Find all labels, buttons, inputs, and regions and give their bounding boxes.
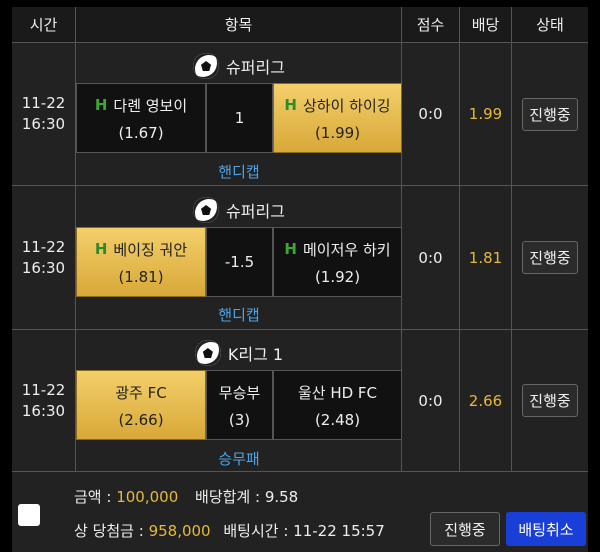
handicap-line: -1.5 xyxy=(224,253,255,271)
team-name: 상하이 하이깅 xyxy=(302,96,391,115)
status-badge: 진행중 xyxy=(522,384,578,417)
league-title: 슈퍼리그 xyxy=(76,49,402,83)
bet-summary: 금액 : 100,000 배당합계 : 9.58 상 당첨금 : 958,000… xyxy=(12,472,588,552)
row-clock: 16:30 xyxy=(21,115,66,133)
team-name: 울산 HD FC xyxy=(297,383,378,402)
soccer-ball-icon xyxy=(194,340,221,366)
handicap-value: 1 xyxy=(206,83,273,153)
bet-history-table: 시간 항목 점수 배당 상태 11-22 16:30 슈퍼리그 H 다롄 영보이 … xyxy=(12,7,588,552)
row-score: 0:0 xyxy=(402,43,460,186)
team-odds: (2.66) xyxy=(118,410,164,429)
select-checkbox[interactable] xyxy=(18,504,40,526)
status-badge: 진행중 xyxy=(522,97,578,131)
league-name: K리그 1 xyxy=(227,345,284,364)
draw-label: 무승부 xyxy=(218,383,261,402)
row-time: 11-22 16:30 xyxy=(12,330,76,472)
row-status: 진행중 xyxy=(512,330,588,472)
handicap-icon: H xyxy=(94,96,108,114)
handicap-icon: H xyxy=(284,96,297,114)
amount-value: 100,000 xyxy=(116,488,179,506)
row-score: 0:0 xyxy=(402,186,460,330)
team-name: 다롄 영보이 xyxy=(113,96,188,115)
handicap-line: 1 xyxy=(234,109,245,127)
market-type: 승무패 xyxy=(218,449,260,468)
row-date: 11-22 xyxy=(21,237,66,256)
total-odds-value: 9.58 xyxy=(264,488,299,506)
home-bet-option-selected[interactable]: H 베이징 궈안 (1.81) xyxy=(76,227,206,297)
handicap-icon: H xyxy=(284,240,297,258)
team-name: 광주 FC xyxy=(115,383,167,402)
header-status: 상태 xyxy=(512,7,588,43)
row-bet-odds: 1.99 xyxy=(460,43,512,186)
row-score: 0:0 xyxy=(402,330,460,472)
away-bet-option[interactable]: H 메이저우 하키 (1.92) xyxy=(273,227,402,297)
team-odds: (1.92) xyxy=(314,267,361,286)
team-odds: (1.81) xyxy=(118,267,164,286)
team-odds: (1.67) xyxy=(118,123,164,142)
soccer-ball-icon xyxy=(193,53,220,79)
home-bet-option[interactable]: H 다롄 영보이 (1.67) xyxy=(76,83,206,153)
home-bet-option-selected[interactable]: 광주 FC (2.66) xyxy=(76,370,206,440)
row-clock: 16:30 xyxy=(21,258,66,277)
status-badge: 진행중 xyxy=(522,241,578,274)
row-status: 진행중 xyxy=(512,186,588,330)
summary-line-2: 상 당첨금 : 958,000 배팅시간 : 11-22 15:57 xyxy=(74,520,385,541)
draw-bet-option[interactable]: 무승부 (3) xyxy=(206,370,273,440)
away-bet-option[interactable]: 울산 HD FC (2.48) xyxy=(273,370,402,440)
row-clock: 16:30 xyxy=(21,401,66,420)
market-type: 핸디캡 xyxy=(218,305,260,324)
league-title: 슈퍼리그 xyxy=(76,193,402,227)
row-time: 11-22 16:30 xyxy=(12,186,76,330)
amount-label: 금액 : xyxy=(74,488,117,506)
handicap-icon: H xyxy=(94,240,108,258)
league-name: 슈퍼리그 xyxy=(226,58,285,77)
row-bet-odds: 2.66 xyxy=(460,330,512,472)
bet-time-value: 11-22 15:57 xyxy=(293,522,385,540)
row-date: 11-22 xyxy=(21,380,66,399)
header-score: 점수 xyxy=(402,7,460,43)
handicap-value: -1.5 xyxy=(206,227,273,297)
bet-time-label: 배팅시간 : xyxy=(223,522,294,540)
league-title: K리그 1 xyxy=(76,336,402,370)
team-odds: (2.48) xyxy=(314,410,361,429)
away-bet-option-selected[interactable]: H 상하이 하이깅 (1.99) xyxy=(273,83,402,153)
team-odds: (1.99) xyxy=(314,123,361,142)
win-label: 상 당첨금 : xyxy=(74,522,149,540)
soccer-ball-icon xyxy=(193,197,220,223)
status-button[interactable]: 진행중 xyxy=(430,512,500,546)
row-bet-odds: 1.81 xyxy=(460,186,512,330)
market-type: 핸디캡 xyxy=(218,162,260,181)
row-status: 진행중 xyxy=(512,43,588,186)
header-time: 시간 xyxy=(12,7,76,43)
win-value: 958,000 xyxy=(148,522,211,540)
team-name: 메이저우 하키 xyxy=(302,240,391,259)
cancel-bet-button[interactable]: 배팅취소 xyxy=(506,512,586,546)
summary-line-1: 금액 : 100,000 배당합계 : 9.58 xyxy=(74,486,298,507)
team-name: 베이징 궈안 xyxy=(113,240,188,259)
draw-odds: (3) xyxy=(228,410,251,429)
league-name: 슈퍼리그 xyxy=(226,202,285,221)
row-time: 11-22 16:30 xyxy=(12,43,76,186)
row-date: 11-22 xyxy=(21,94,66,112)
header-item: 항목 xyxy=(76,7,402,43)
header-odds: 배당 xyxy=(460,7,512,43)
total-odds-label: 배당합계 : xyxy=(195,488,265,506)
